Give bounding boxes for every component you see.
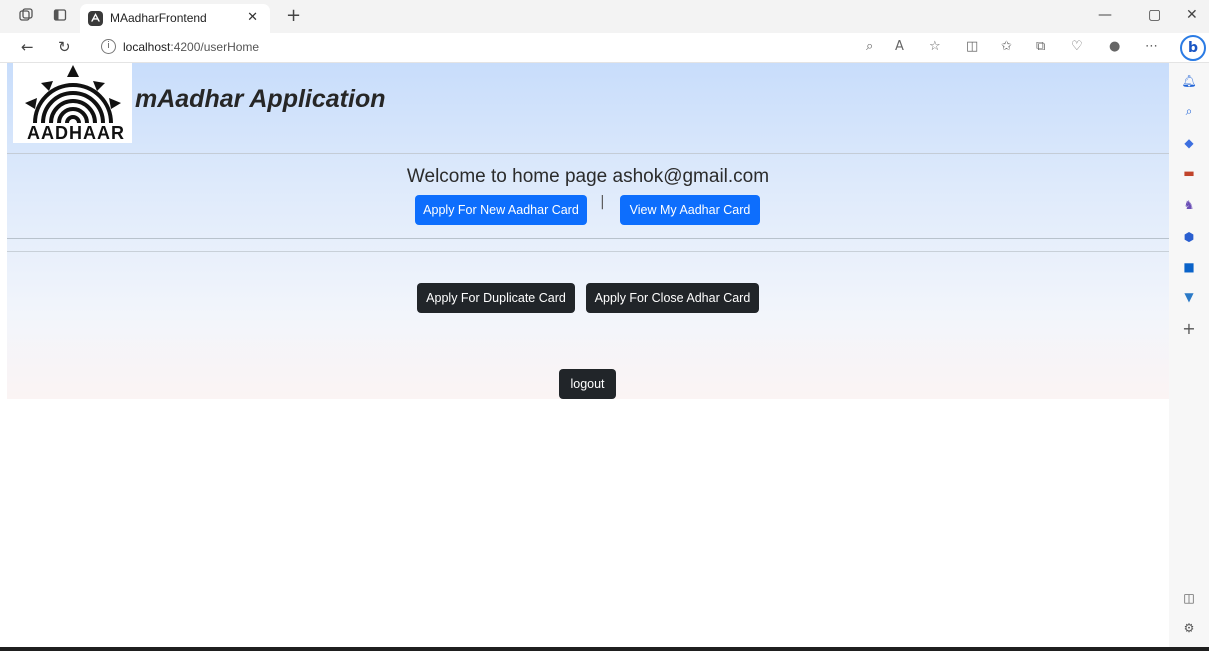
tab-actions-icon[interactable] [52,8,68,24]
read-aloud-icon[interactable]: A [895,39,904,54]
url-path: :4200/userHome [170,40,260,54]
favorites-icon[interactable]: ✩ [1001,39,1012,54]
refresh-icon[interactable]: ↻ [58,38,71,56]
taskbar-edge [0,647,1209,651]
close-icon[interactable]: ✕ [247,10,258,25]
hexagon-icon[interactable]: ⬢ [1181,229,1197,245]
heart-pulse-icon[interactable]: ♡ [1071,39,1083,54]
aadhaar-fingerprint-icon [25,65,121,124]
divider [7,251,1169,252]
read-aloud-icon[interactable]: ⌕ [866,39,873,54]
edge-sidebar: 🔔︎ ⌕ ◆ ▬ ♞ ⬢ ■ ▼ + ◫ ⚙ [1169,63,1209,647]
logout-button[interactable]: logout [559,369,616,399]
chess-icon[interactable]: ♞ [1181,197,1197,213]
url-host: localhost [123,40,171,54]
url-field[interactable]: localhost:4200/userHome [123,40,259,54]
minimize-icon[interactable]: — [1098,7,1112,23]
tag-icon[interactable]: ◆ [1181,135,1197,151]
info-icon[interactable]: i [101,39,116,54]
page-content: AADHAAR mAadhar Application Welcome to h… [7,63,1169,399]
logo-text: AADHAAR [27,123,125,143]
separator: | [600,194,605,210]
profile-icon[interactable]: ● [1109,39,1120,54]
view-aadhar-button[interactable]: View My Aadhar Card [620,195,760,225]
briefcase-icon[interactable]: ▬ [1181,165,1197,181]
aadhaar-logo: AADHAAR [13,63,132,143]
search-icon[interactable]: ⌕ [1181,103,1197,119]
restore-icon[interactable]: ▢ [1148,7,1161,23]
apply-new-aadhar-button[interactable]: Apply For New Aadhar Card [415,195,587,225]
star-icon[interactable]: ☆ [929,39,941,54]
back-arrow-icon[interactable]: ← [21,38,34,56]
add-icon[interactable]: + [1181,321,1197,337]
browser-tab[interactable]: MAadharFrontend ✕ [80,4,270,33]
welcome-text: Welcome to home page ashok@gmail.com [406,166,770,187]
close-icon[interactable]: ✕ [1186,7,1198,23]
plus-icon[interactable]: + [286,5,301,26]
bell-icon[interactable]: 🔔︎ [1181,73,1197,89]
split-screen-icon[interactable]: ◫ [966,39,978,54]
more-icon[interactable]: ⋯ [1145,39,1158,54]
address-bar: ← ↻ i localhost:4200/userHome ⌕ A ☆ ◫ ✩ … [0,33,1209,63]
tab-title: MAadharFrontend [110,11,207,25]
apply-close-card-button[interactable]: Apply For Close Adhar Card [586,283,759,313]
app-header: AADHAAR mAadhar Application [7,63,1169,154]
drop-icon[interactable]: ▼ [1181,289,1197,305]
settings-icon[interactable]: ⚙ [1181,620,1197,636]
apply-duplicate-card-button[interactable]: Apply For Duplicate Card [417,283,575,313]
sidebar-toggle-icon[interactable]: ◫ [1181,590,1197,606]
page-title: mAadhar Application [135,85,386,113]
title-bar: MAadharFrontend ✕ + — ▢ ✕ [0,0,1209,33]
workspaces-icon[interactable] [18,8,34,24]
angular-icon [88,11,103,26]
collections-icon[interactable]: ⧉ [1036,39,1045,54]
outlook-icon[interactable]: ■ [1181,259,1197,275]
welcome-section: Welcome to home page ashok@gmail.com App… [7,153,1169,239]
bing-icon[interactable]: b [1180,35,1206,61]
